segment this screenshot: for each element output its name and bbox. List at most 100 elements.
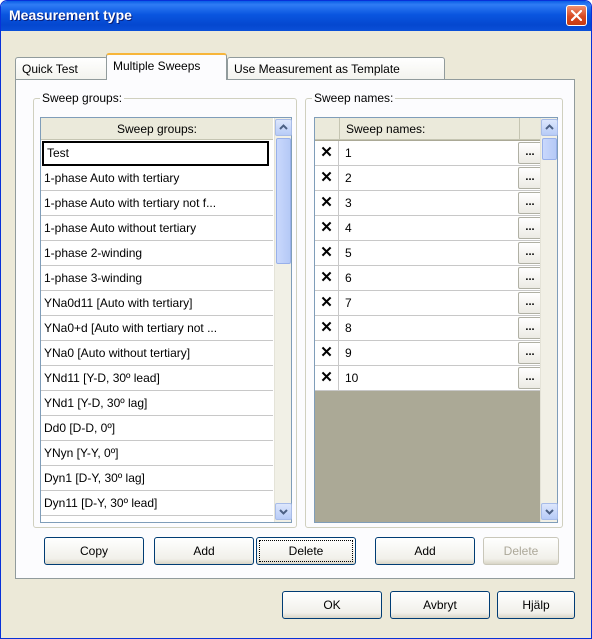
sweep-name-row[interactable]: ✕ 1... bbox=[315, 141, 541, 166]
delete-row-x-icon[interactable]: ✕ bbox=[315, 216, 339, 240]
scroll-up-button[interactable] bbox=[541, 119, 558, 136]
copy-button[interactable]: Copy bbox=[44, 537, 144, 565]
delete-row-x-icon[interactable]: ✕ bbox=[315, 316, 339, 340]
tab-use-measurement-template[interactable]: Use Measurement as Template bbox=[227, 57, 445, 79]
delete-row-x-icon[interactable]: ✕ bbox=[315, 341, 339, 365]
sweep-name-label[interactable]: 2 bbox=[345, 166, 352, 190]
sweep-name-label[interactable]: 7 bbox=[345, 291, 352, 315]
sweep-name-row[interactable]: ✕ 8... bbox=[315, 316, 541, 341]
edit-sweep-button[interactable]: ... bbox=[518, 292, 541, 314]
sweep-group-row[interactable]: 1-phase 2-winding bbox=[41, 241, 273, 266]
sweep-group-row[interactable]: YNa0+d [Auto with tertiary not ... bbox=[41, 316, 273, 341]
tab-panel-multiple-sweeps: Sweep groups: Sweep groups: Test 1-phase … bbox=[15, 79, 575, 579]
close-icon bbox=[571, 10, 582, 21]
close-button[interactable] bbox=[566, 5, 587, 26]
sweep-group-label: 1-phase 2-winding bbox=[44, 246, 143, 260]
sweep-name-row[interactable]: ✕ 4... bbox=[315, 216, 541, 241]
edit-sweep-button[interactable]: ... bbox=[518, 217, 541, 239]
sweep-name-row[interactable]: ✕ 10... bbox=[315, 366, 541, 391]
sweep-group-row[interactable]: Dyn1 [D-Y, 30º lag] bbox=[41, 466, 273, 491]
sweep-group-label: Test bbox=[47, 146, 70, 160]
scroll-down-button[interactable] bbox=[275, 503, 292, 520]
delete-column-header bbox=[315, 118, 340, 140]
sweep-name-label[interactable]: 9 bbox=[345, 341, 352, 365]
edit-sweep-button[interactable]: ... bbox=[518, 267, 541, 289]
sweep-group-row[interactable]: YNd1 [Y-D, 30º lag] bbox=[41, 391, 273, 416]
sweep-name-row[interactable]: ✕ 3... bbox=[315, 191, 541, 216]
delete-row-x-icon[interactable]: ✕ bbox=[315, 191, 339, 215]
sweep-name-label[interactable]: 5 bbox=[345, 241, 352, 265]
delete-row-x-icon[interactable]: ✕ bbox=[315, 291, 339, 315]
sweep-name-label[interactable]: 6 bbox=[345, 266, 352, 290]
sweep-group-row[interactable]: 1-phase Auto with tertiary bbox=[41, 166, 273, 191]
sweep-groups-legend: Sweep groups: bbox=[40, 91, 125, 105]
sweep-name-label[interactable]: 1 bbox=[345, 141, 352, 165]
sweep-group-label: Dyn1 [D-Y, 30º lag] bbox=[44, 471, 145, 485]
measurement-type-dialog: Measurement type Quick Test Multiple Swe… bbox=[0, 0, 592, 639]
delete-row-x-icon[interactable]: ✕ bbox=[315, 141, 339, 165]
sweep-name-row[interactable]: ✕ 9... bbox=[315, 341, 541, 366]
edit-sweep-button[interactable]: ... bbox=[518, 192, 541, 214]
sweep-names-scrollbar[interactable] bbox=[540, 118, 558, 522]
sweep-group-row[interactable]: YNd11 [Y-D, 30º lead] bbox=[41, 366, 273, 391]
edit-sweep-button[interactable]: ... bbox=[518, 167, 541, 189]
sweep-group-row[interactable]: Dyn11 [D-Y, 30º lead] bbox=[41, 491, 273, 516]
sweep-group-label: Dyn11 [D-Y, 30º lead] bbox=[44, 496, 158, 510]
delete-row-x-icon[interactable]: ✕ bbox=[315, 266, 339, 290]
sweep-groups-column-header[interactable]: Sweep groups: bbox=[41, 118, 273, 140]
sweep-group-row[interactable]: Dd0 [D-D, 0º] bbox=[41, 416, 273, 441]
delete-group-button[interactable]: Delete bbox=[256, 537, 356, 565]
sweep-name-row[interactable]: ✕ 6... bbox=[315, 266, 541, 291]
sweep-group-label: 1-phase Auto with tertiary bbox=[44, 171, 180, 185]
sweep-group-row[interactable]: 1-phase 3-winding bbox=[41, 266, 273, 291]
sweep-group-label: YNa0+d [Auto with tertiary not ... bbox=[44, 321, 218, 335]
delete-row-x-icon[interactable]: ✕ bbox=[315, 241, 339, 265]
edit-sweep-button[interactable]: ... bbox=[518, 142, 541, 164]
sweep-group-row[interactable]: YNa0d11 [Auto with tertiary] bbox=[41, 291, 273, 316]
scroll-down-button[interactable] bbox=[541, 503, 558, 520]
delete-row-x-icon[interactable]: ✕ bbox=[315, 366, 339, 390]
edit-sweep-button[interactable]: ... bbox=[518, 242, 541, 264]
add-name-button[interactable]: Add bbox=[375, 537, 475, 565]
ok-button[interactable]: OK bbox=[282, 591, 382, 619]
cancel-button[interactable]: Avbryt bbox=[390, 591, 490, 619]
scroll-thumb[interactable] bbox=[542, 138, 557, 160]
delete-name-button[interactable]: Delete bbox=[483, 537, 559, 565]
sweep-group-row[interactable]: Test bbox=[42, 141, 269, 166]
sweep-name-row[interactable]: ✕ 7... bbox=[315, 291, 541, 316]
sweep-group-row[interactable]: 1-phase Auto without tertiary bbox=[41, 216, 273, 241]
sweep-group-row[interactable]: 1-phase Auto with tertiary not f... bbox=[41, 191, 273, 216]
help-button[interactable]: Hjälp bbox=[497, 591, 575, 619]
scroll-up-button[interactable] bbox=[275, 119, 292, 136]
edit-sweep-button[interactable]: ... bbox=[518, 367, 541, 389]
chevron-down-icon bbox=[545, 509, 554, 515]
sweep-name-label[interactable]: 8 bbox=[345, 316, 352, 340]
title-bar[interactable]: Measurement type bbox=[1, 1, 591, 31]
sweep-group-label: YNyn [Y-Y, 0º] bbox=[44, 446, 119, 460]
sweep-groups-list[interactable]: Sweep groups: Test 1-phase Auto with tert… bbox=[40, 117, 292, 523]
sweep-names-column-header[interactable]: Sweep names: bbox=[340, 118, 520, 140]
edit-sweep-button[interactable]: ... bbox=[518, 342, 541, 364]
chevron-up-icon bbox=[279, 124, 288, 130]
sweep-name-row[interactable]: ✕ 5... bbox=[315, 241, 541, 266]
sweep-names-legend: Sweep names: bbox=[312, 91, 396, 105]
sweep-group-row[interactable]: YNyn [Y-Y, 0º] bbox=[41, 441, 273, 466]
sweep-group-label: 1-phase 3-winding bbox=[44, 271, 143, 285]
edit-sweep-button[interactable]: ... bbox=[518, 317, 541, 339]
sweep-group-label: YNd11 [Y-D, 30º lead] bbox=[44, 371, 160, 385]
sweep-name-label[interactable]: 4 bbox=[345, 216, 352, 240]
sweep-group-label: 1-phase Auto with tertiary not f... bbox=[44, 196, 217, 210]
sweep-group-row[interactable]: YNa0 [Auto without tertiary] bbox=[41, 341, 273, 366]
sweep-name-label[interactable]: 3 bbox=[345, 191, 352, 215]
sweep-names-grid[interactable]: Sweep names: ✕ 1... ✕ 2... ✕ 3... ✕ 4... ✕ 5... ✕ 6… bbox=[314, 117, 558, 523]
scroll-thumb[interactable] bbox=[276, 138, 291, 264]
sweep-groups-scrollbar[interactable] bbox=[274, 118, 292, 522]
sweep-name-label[interactable]: 10 bbox=[345, 366, 358, 390]
tab-quick-test[interactable]: Quick Test bbox=[15, 57, 108, 79]
sweep-name-row[interactable]: ✕ 2... bbox=[315, 166, 541, 191]
delete-row-x-icon[interactable]: ✕ bbox=[315, 166, 339, 190]
add-group-button[interactable]: Add bbox=[154, 537, 254, 565]
tab-multiple-sweeps[interactable]: Multiple Sweeps bbox=[106, 53, 227, 80]
sweep-group-label: YNd1 [Y-D, 30º lag] bbox=[44, 396, 148, 410]
tab-label: Use Measurement as Template bbox=[234, 62, 400, 76]
